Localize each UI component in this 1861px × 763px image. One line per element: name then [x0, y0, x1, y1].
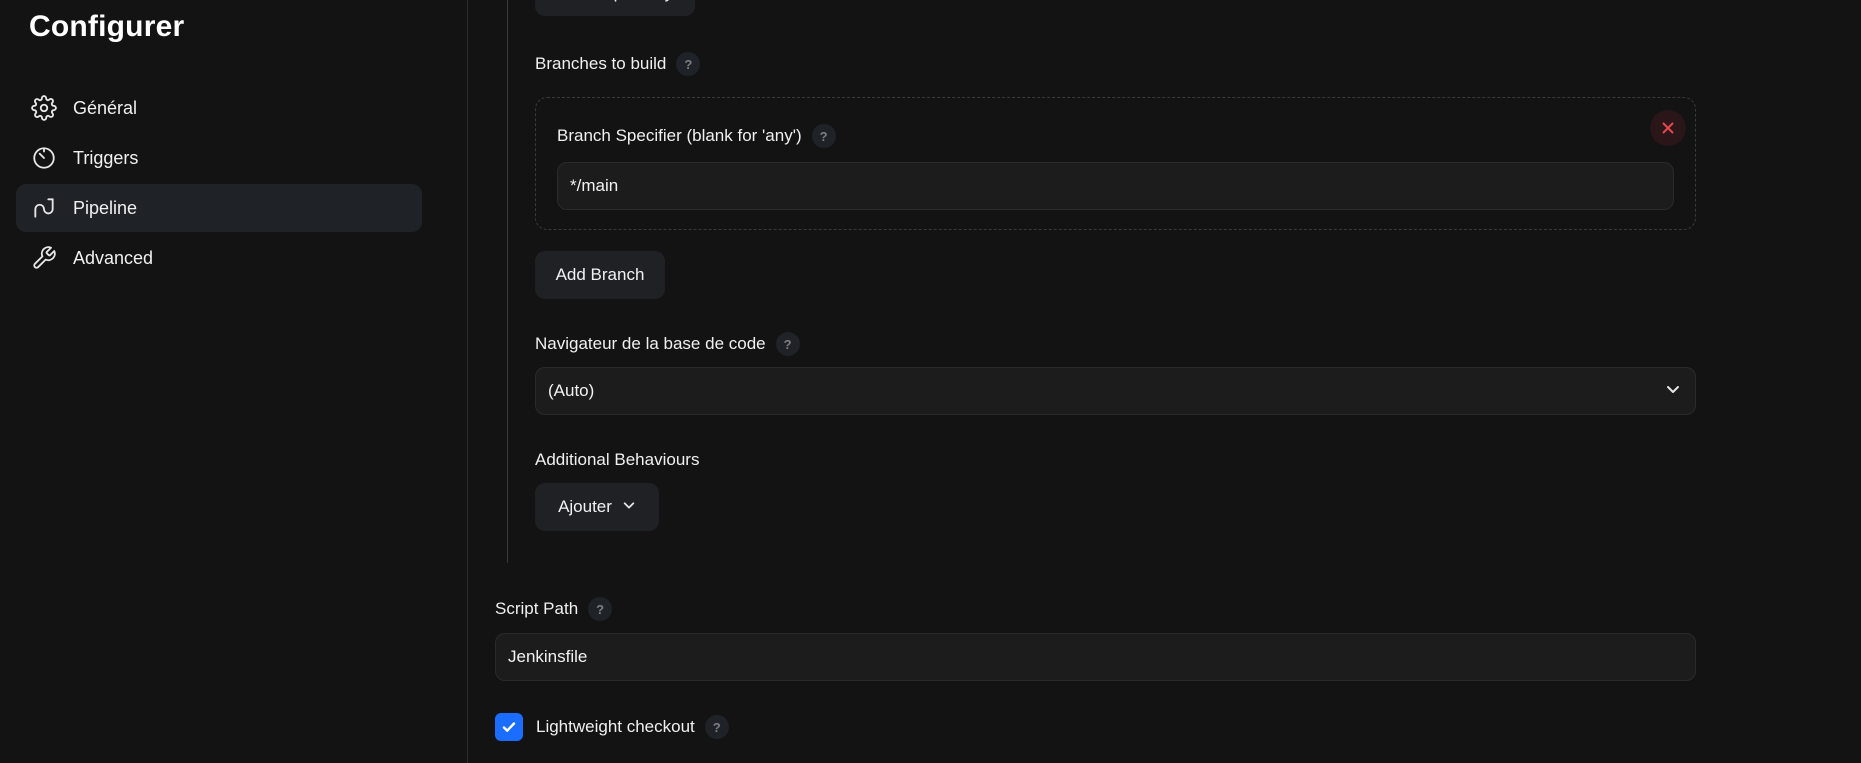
timer-icon [30, 144, 58, 172]
config-form: Add Repository Branches to build ? Branc… [469, 0, 1861, 763]
help-icon[interactable]: ? [676, 52, 701, 76]
help-icon[interactable]: ? [811, 124, 836, 148]
branch-specifier-label: Branch Specifier (blank for 'any') ? [557, 122, 836, 150]
section-indent-line [507, 0, 508, 563]
sidebar: Configurer Général Triggers Pipeline Adv… [0, 0, 468, 763]
sidebar-item-label: Advanced [73, 247, 154, 268]
pipeline-icon [30, 194, 58, 222]
branch-specifier-text: Branch Specifier (blank for 'any') [557, 126, 802, 145]
page-title: Configurer [29, 10, 185, 43]
repository-browser-value: (Auto) [548, 381, 595, 400]
chevron-down-icon [1665, 381, 1681, 402]
branches-to-build-text: Branches to build [535, 54, 667, 73]
lightweight-checkout-label: Lightweight checkout ? [536, 713, 729, 741]
sidebar-item-advanced[interactable]: Advanced [16, 234, 422, 282]
add-repository-button[interactable]: Add Repository [535, 0, 695, 16]
repository-browser-text: Navigateur de la base de code [535, 334, 766, 353]
add-behaviour-label: Ajouter [558, 497, 612, 516]
script-path-input[interactable]: Jenkinsfile [495, 633, 1696, 681]
gear-icon [30, 94, 58, 122]
script-path-text: Script Path [495, 599, 579, 618]
add-branch-button[interactable]: Add Branch [535, 251, 665, 299]
sidebar-item-pipeline[interactable]: Pipeline [16, 184, 422, 232]
help-icon[interactable]: ? [588, 597, 613, 621]
branch-specifier-card: Branch Specifier (blank for 'any') ? */m… [535, 97, 1696, 230]
chevron-down-icon [622, 497, 636, 517]
sidebar-item-general[interactable]: Général [16, 84, 422, 132]
lightweight-checkout-checkbox[interactable] [495, 713, 523, 741]
sidebar-item-label: Pipeline [73, 197, 138, 218]
branches-to-build-label: Branches to build ? [535, 50, 701, 78]
checkmark-icon [502, 722, 516, 732]
sidebar-item-label: Général [73, 97, 138, 118]
help-icon[interactable]: ? [775, 332, 800, 356]
sidebar-item-label: Triggers [73, 147, 139, 168]
repository-browser-select[interactable]: (Auto) [535, 367, 1696, 415]
sidebar-nav: Général Triggers Pipeline Advanced [16, 84, 422, 284]
lightweight-checkout-text[interactable]: Lightweight checkout [536, 717, 695, 737]
add-behaviour-dropdown-button[interactable]: Ajouter [535, 483, 659, 531]
sidebar-item-triggers[interactable]: Triggers [16, 134, 422, 182]
close-icon [1662, 122, 1674, 134]
additional-behaviours-label: Additional Behaviours [535, 450, 700, 469]
wrench-icon [30, 244, 58, 272]
help-icon[interactable]: ? [704, 715, 729, 739]
remove-branch-button[interactable] [1650, 110, 1686, 146]
script-path-label: Script Path ? [495, 595, 613, 623]
repository-browser-label: Navigateur de la base de code ? [535, 330, 800, 358]
branch-specifier-input[interactable]: */main [557, 162, 1674, 210]
